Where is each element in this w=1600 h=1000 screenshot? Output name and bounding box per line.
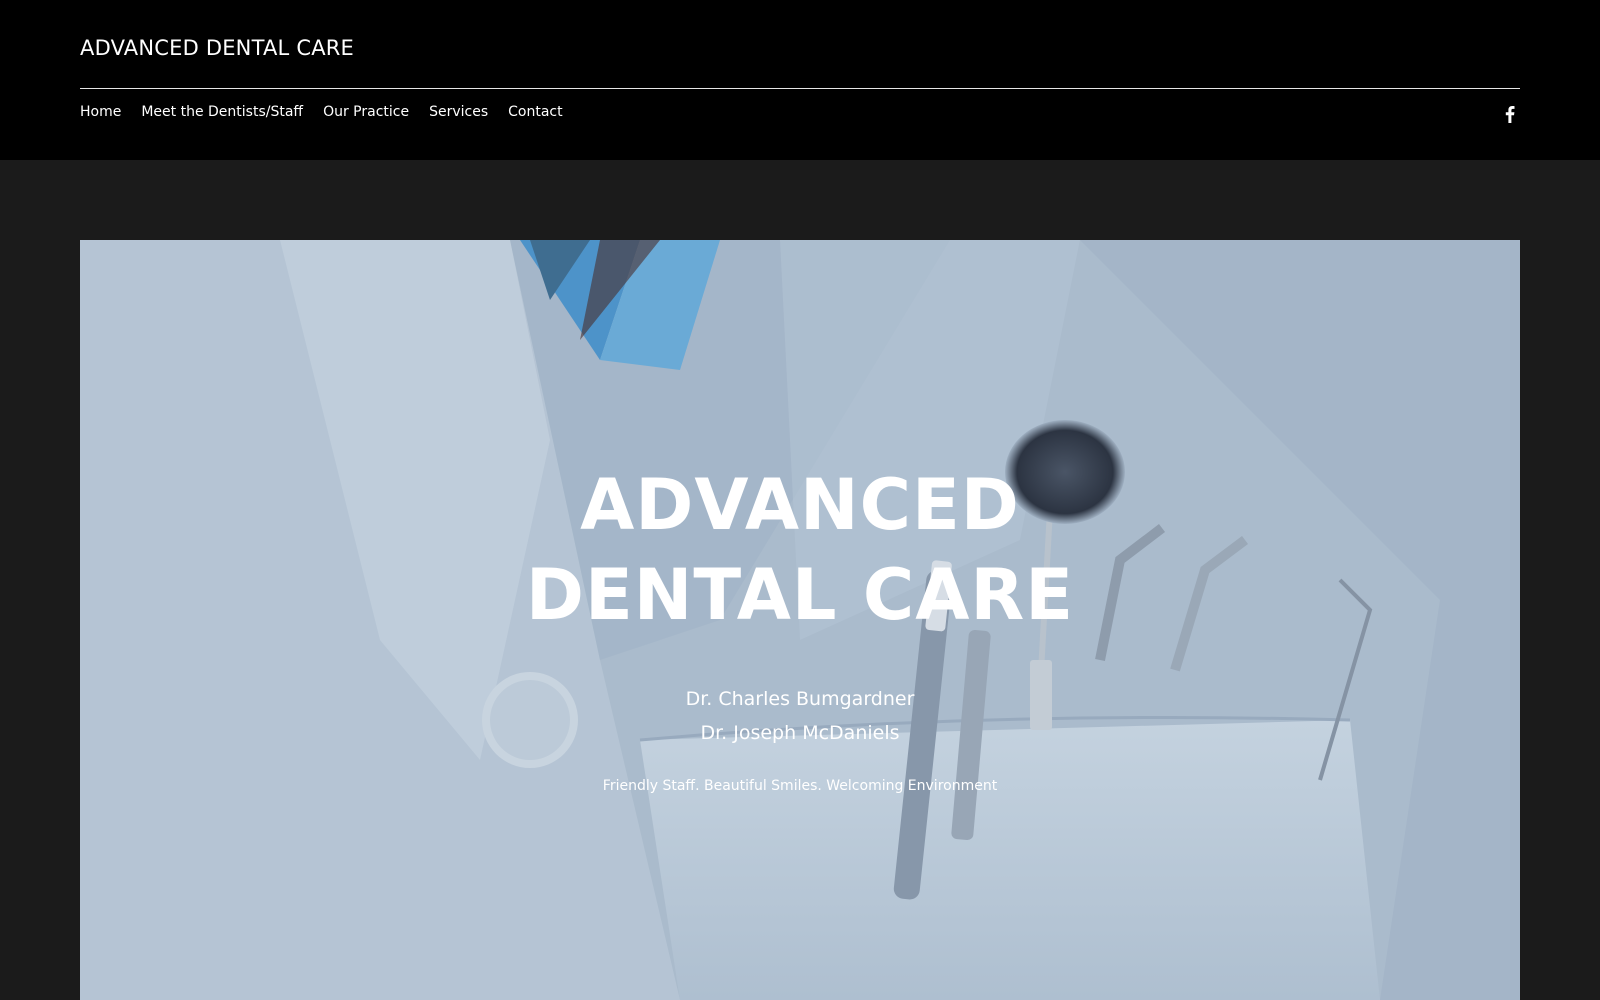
nav-meet-the-dentists-staff[interactable]: Meet the Dentists/Staff <box>141 104 303 120</box>
hero-tagline: Friendly Staff. Beautiful Smiles. Welcom… <box>602 778 998 794</box>
nav-our-practice[interactable]: Our Practice <box>323 104 409 120</box>
nav-contact[interactable]: Contact <box>508 104 562 120</box>
header-divider <box>80 88 1520 89</box>
nav-home[interactable]: Home <box>80 104 121 120</box>
doctor-name: Dr. Charles Bumgardner <box>685 688 915 710</box>
hero-text-block: ADVANCED DENTAL CARE Dr. Charles Bumgard… <box>80 460 1520 794</box>
nav-services[interactable]: Services <box>429 104 488 120</box>
site-title[interactable]: ADVANCED DENTAL CARE <box>80 36 354 60</box>
hero-banner: ADVANCED DENTAL CARE Dr. Charles Bumgard… <box>80 240 1520 1000</box>
facebook-link[interactable] <box>1501 104 1519 124</box>
site-header: ADVANCED DENTAL CARE Home Meet the Denti… <box>0 0 1600 160</box>
doctor-name: Dr. Joseph McDaniels <box>700 722 900 744</box>
doctor-list: Dr. Charles Bumgardner Dr. Joseph McDani… <box>80 682 1520 750</box>
main-nav: Home Meet the Dentists/Staff Our Practic… <box>80 104 563 120</box>
hero-title: ADVANCED DENTAL CARE <box>525 464 1075 636</box>
facebook-icon <box>1505 105 1515 123</box>
